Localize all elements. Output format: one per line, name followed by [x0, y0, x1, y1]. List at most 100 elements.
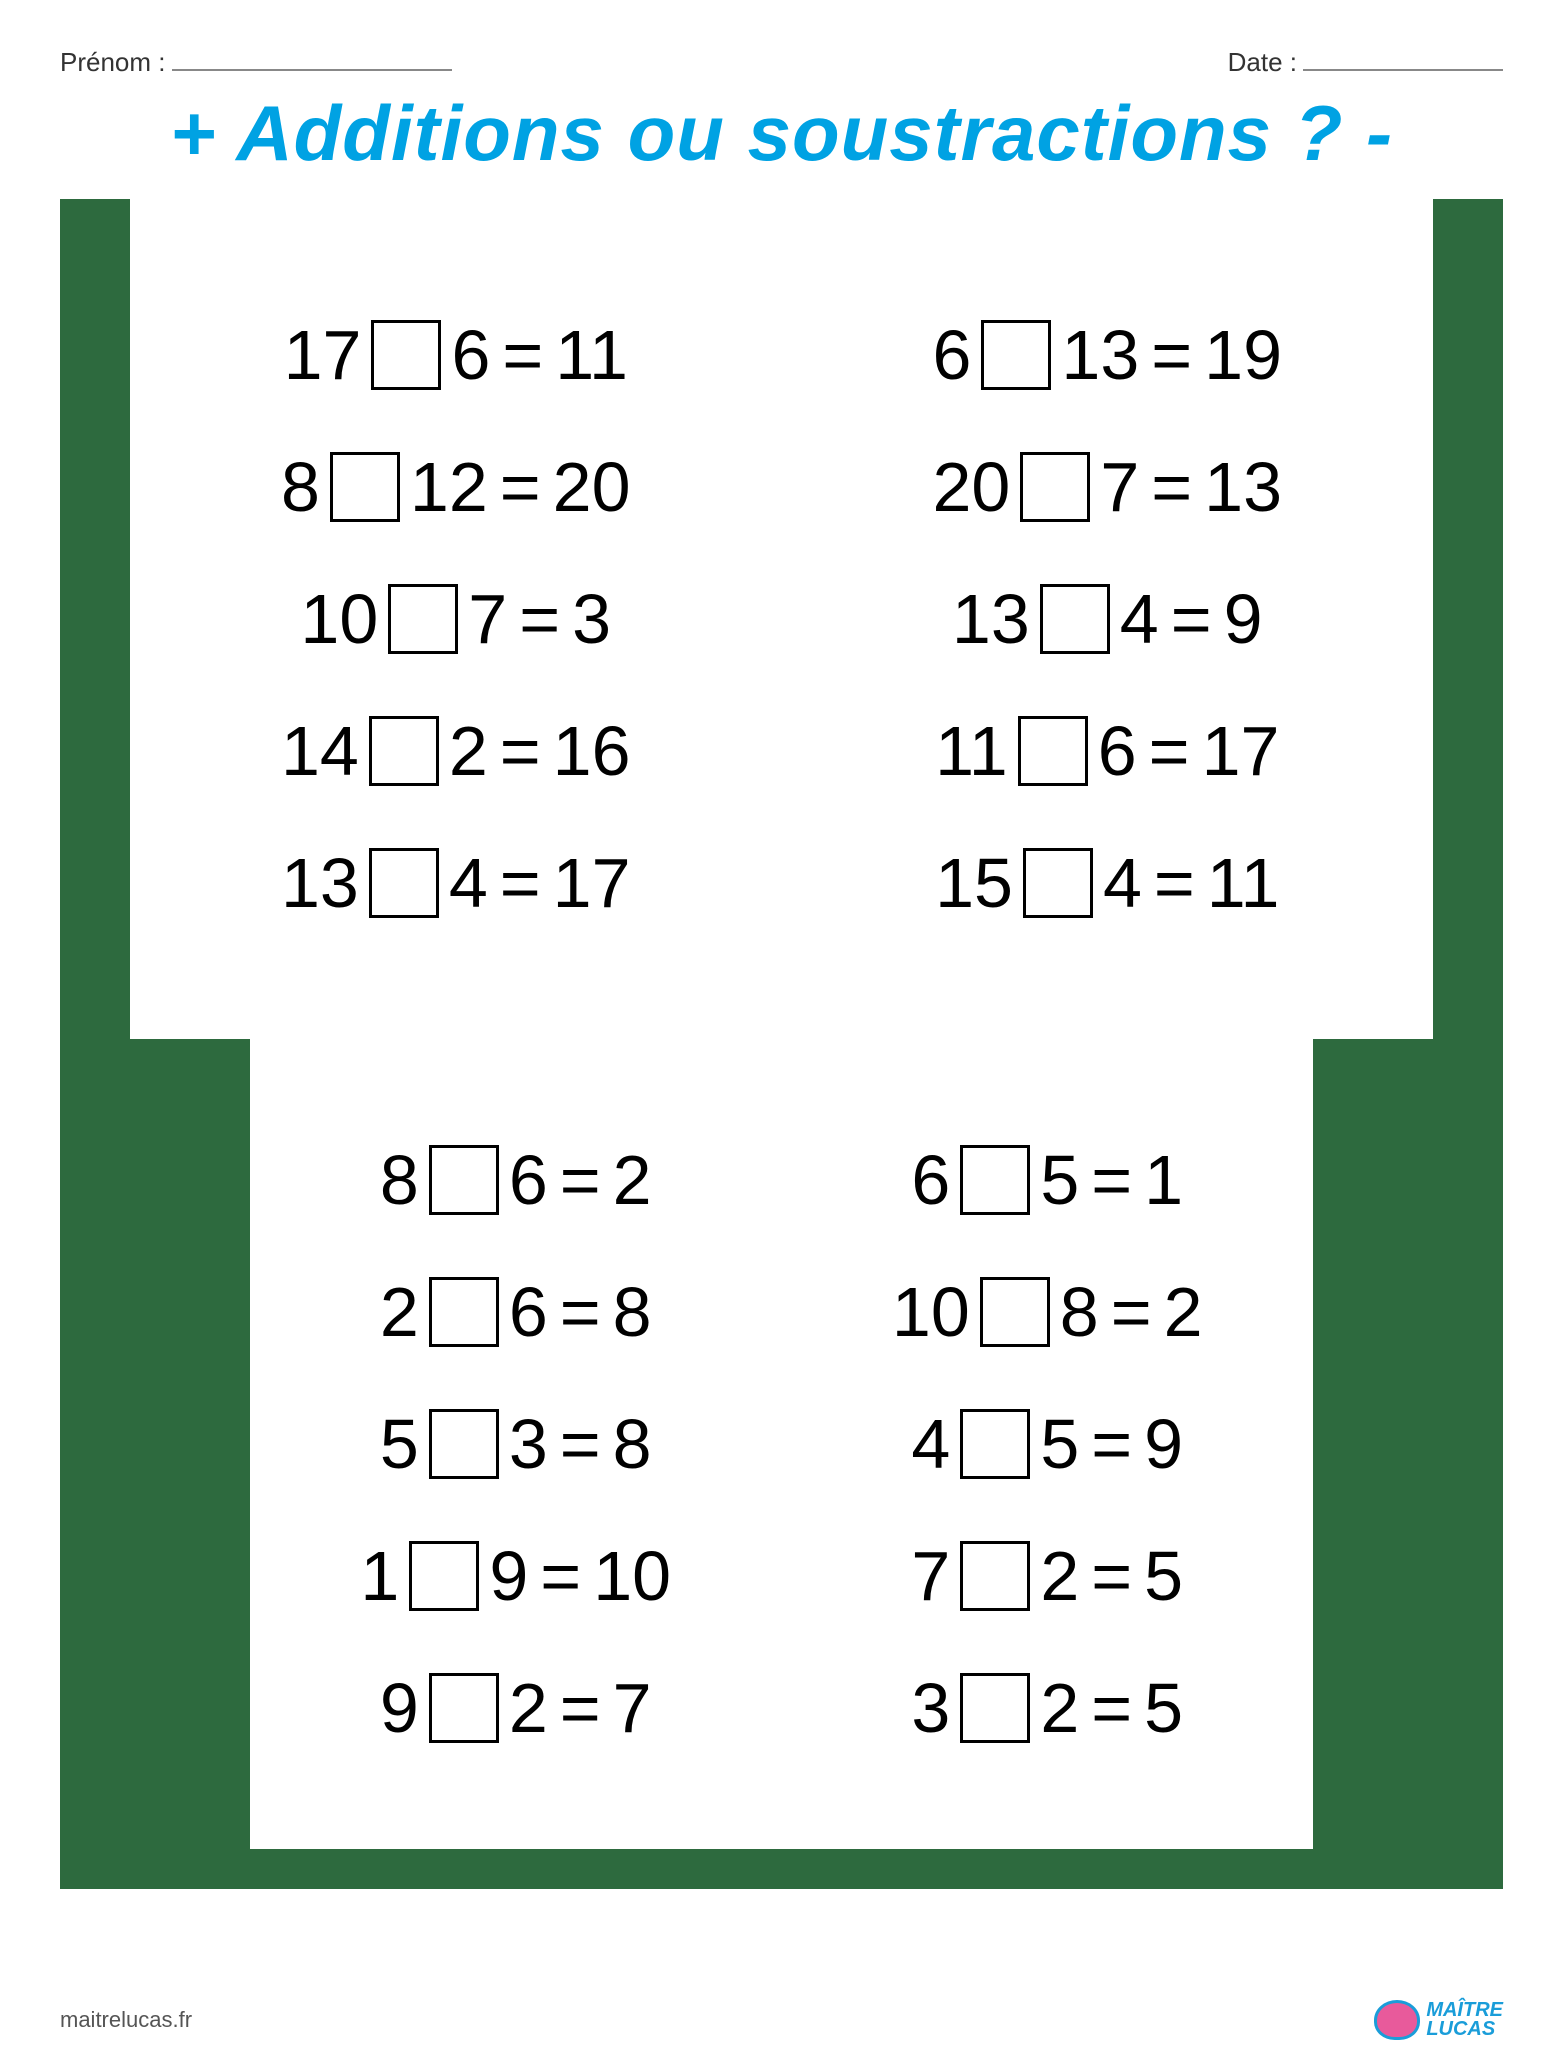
equals-sign: = [502, 315, 543, 395]
operand-a: 6 [932, 315, 971, 395]
operand-b: 6 [509, 1272, 548, 1352]
result: 5 [1144, 1536, 1183, 1616]
operand-b: 2 [449, 711, 488, 791]
result: 11 [555, 315, 628, 395]
operator-box[interactable] [371, 320, 441, 390]
logo: MAÎTRE LUCAS [1374, 2000, 1503, 2040]
operand-b: 3 [509, 1404, 548, 1484]
operator-box[interactable] [1040, 584, 1110, 654]
operand-b: 12 [410, 447, 488, 527]
result: 9 [1144, 1404, 1183, 1484]
operator-box[interactable] [1023, 848, 1093, 918]
operand-a: 8 [281, 447, 320, 527]
result: 9 [1224, 579, 1263, 659]
operand-b: 5 [1040, 1404, 1079, 1484]
equals-sign: = [1154, 843, 1195, 923]
result: 17 [1202, 711, 1280, 791]
logo-text: MAÎTRE LUCAS [1426, 2001, 1503, 2039]
equation: 134=17 [140, 843, 772, 923]
operator-box[interactable] [981, 320, 1051, 390]
operand-b: 6 [451, 315, 490, 395]
equation: 154=11 [792, 843, 1424, 923]
header-row: Prénom : Date : [60, 40, 1503, 78]
background-panel: 176=11613=19812=20207=13107=3134=9142=16… [60, 199, 1503, 1889]
operand-b: 2 [1040, 1536, 1079, 1616]
operand-b: 6 [1098, 711, 1137, 791]
date-label: Date : [1228, 47, 1297, 78]
panel-bottom: 86=265=126=8108=253=845=919=1072=592=732… [250, 1039, 1313, 1849]
operator-box[interactable] [1020, 452, 1090, 522]
equals-sign: = [1151, 315, 1192, 395]
equals-sign: = [1149, 711, 1190, 791]
operator-box[interactable] [429, 1409, 499, 1479]
operator-box[interactable] [330, 452, 400, 522]
equation: 142=16 [140, 711, 772, 791]
operand-b: 4 [1103, 843, 1142, 923]
operand-b: 7 [468, 579, 507, 659]
operator-box[interactable] [369, 848, 439, 918]
operator-box[interactable] [429, 1145, 499, 1215]
operand-b: 7 [1100, 447, 1139, 527]
operand-b: 8 [1060, 1272, 1099, 1352]
operand-b: 2 [1040, 1668, 1079, 1748]
name-input-line[interactable] [172, 40, 452, 71]
operand-a: 8 [380, 1140, 419, 1220]
result: 7 [613, 1668, 652, 1748]
equals-sign: = [1151, 447, 1192, 527]
equation: 108=2 [792, 1272, 1304, 1352]
operand-a: 3 [911, 1668, 950, 1748]
result: 1 [1144, 1140, 1183, 1220]
operand-a: 17 [284, 315, 362, 395]
page-title: + Additions ou soustractions ? - [60, 88, 1503, 179]
operand-a: 10 [300, 579, 378, 659]
operand-a: 10 [892, 1272, 970, 1352]
operator-box[interactable] [429, 1673, 499, 1743]
date-field: Date : [1228, 40, 1503, 78]
equals-sign: = [560, 1668, 601, 1748]
equation: 53=8 [260, 1404, 772, 1484]
operator-box[interactable] [960, 1673, 1030, 1743]
equals-sign: = [500, 843, 541, 923]
equation: 10 7=3 [140, 579, 772, 659]
brain-icon [1374, 2000, 1420, 2040]
equation: 26=8 [260, 1272, 772, 1352]
result: 11 [1207, 843, 1280, 923]
operand-b: 4 [449, 843, 488, 923]
date-input-line[interactable] [1303, 40, 1503, 71]
equals-sign: = [1091, 1536, 1132, 1616]
operator-box[interactable] [980, 1277, 1050, 1347]
operator-box[interactable] [960, 1145, 1030, 1215]
operand-a: 13 [952, 579, 1030, 659]
operand-a: 4 [911, 1404, 950, 1484]
operator-box[interactable] [409, 1541, 479, 1611]
result: 8 [613, 1272, 652, 1352]
result: 13 [1204, 447, 1282, 527]
equation: 812=20 [140, 447, 772, 527]
operator-box[interactable] [960, 1409, 1030, 1479]
result: 3 [572, 579, 611, 659]
result: 10 [593, 1536, 671, 1616]
equation: 92=7 [260, 1668, 772, 1748]
operator-box[interactable] [1018, 716, 1088, 786]
result: 20 [553, 447, 631, 527]
operator-box[interactable] [369, 716, 439, 786]
equation: 17 6=11 [140, 315, 772, 395]
logo-line2: LUCAS [1426, 2020, 1503, 2039]
result: 2 [1164, 1272, 1203, 1352]
equation: 4 5=9 [792, 1404, 1304, 1484]
equals-sign: = [1171, 579, 1212, 659]
operand-a: 14 [281, 711, 359, 791]
operand-b: 4 [1120, 579, 1159, 659]
name-field: Prénom : [60, 40, 452, 78]
operator-box[interactable] [429, 1277, 499, 1347]
equals-sign: = [519, 579, 560, 659]
operand-a: 2 [380, 1272, 419, 1352]
operator-box[interactable] [960, 1541, 1030, 1611]
equals-sign: = [1091, 1404, 1132, 1484]
operand-a: 7 [911, 1536, 950, 1616]
equation: 19=10 [260, 1536, 772, 1616]
equation: 613=19 [792, 315, 1424, 395]
footer: maitrelucas.fr MAÎTRE LUCAS [60, 2000, 1503, 2040]
equals-sign: = [540, 1536, 581, 1616]
operator-box[interactable] [388, 584, 458, 654]
